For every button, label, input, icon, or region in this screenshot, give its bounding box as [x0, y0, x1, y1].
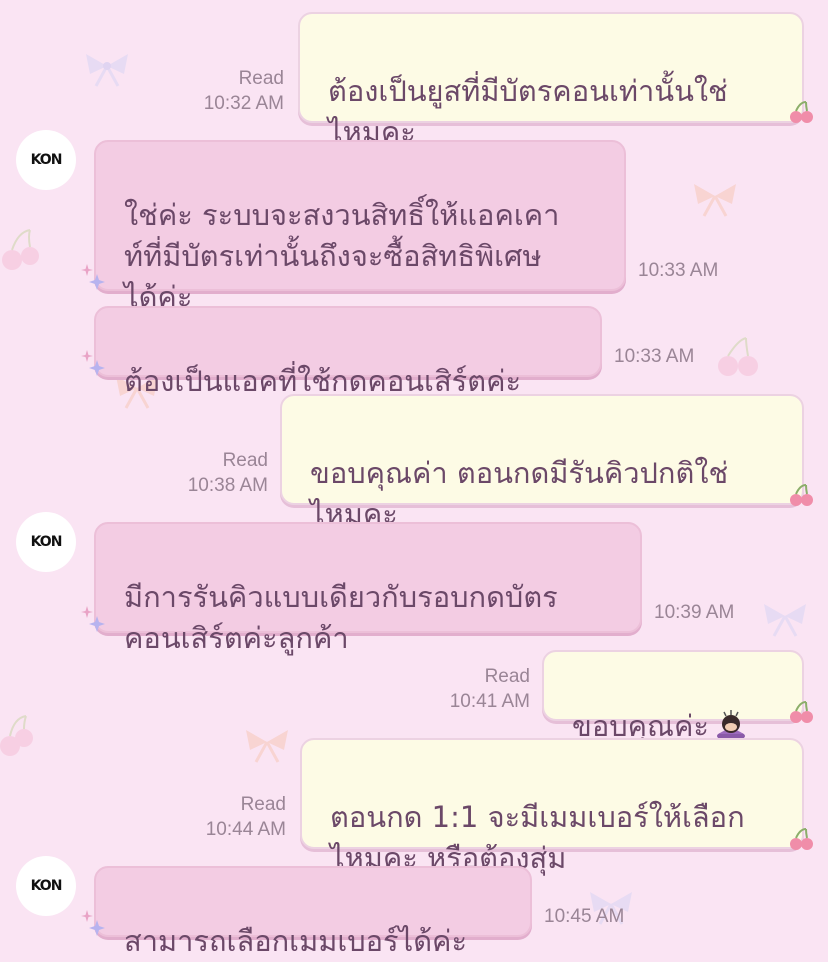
cherry-icon [790, 484, 813, 506]
cherry-icon [790, 828, 813, 850]
read-receipt: Read [238, 68, 284, 89]
bow-icon [246, 730, 288, 763]
message-time: 10:41 AM [449, 691, 530, 712]
sparkle-icon [81, 264, 105, 290]
message-text: ใช่ค่ะ ระบบจะสงวนสิทธิ์ให้แอคเคา ท์ที่มี… [124, 198, 560, 314]
read-receipt: Read [240, 794, 286, 815]
bow-icon [86, 54, 128, 87]
cherry-icon [0, 715, 33, 756]
avatar[interactable]: KON [16, 856, 76, 916]
avatar-label: KON [30, 534, 63, 550]
avatar-label: KON [30, 152, 63, 168]
message-text: ต้องเป็นยูสที่มีบัตรคอนเท่านั้นใช่ ไหมคะ [328, 74, 728, 149]
message-meta: Read 10:41 AM [426, 664, 530, 714]
sparkle-icon [81, 606, 105, 632]
message-text: ขอบคุณค่า ตอนกดมีรันคิวปกติใช่ ไหมคะ [310, 456, 729, 531]
person-bowing-emoji [716, 710, 745, 740]
message-text: ตอนกด 1:1 จะมีเมมเบอร์ให้เลือก ไหมคะ หรื… [330, 800, 745, 875]
message-text: ต้องเป็นแอคที่ใช้กดคอนเสิร์ตค่ะ [124, 364, 522, 398]
message-bubble-incoming[interactable]: ใช่ค่ะ ระบบจะสงวนสิทธิ์ให้แอคเคา ท์ที่มี… [94, 140, 626, 314]
cherry-icon [790, 101, 813, 123]
bow-icon [694, 184, 736, 217]
read-receipt: Read [222, 450, 268, 471]
cherry-icon [2, 229, 39, 270]
message-time: 10:45 AM [544, 906, 625, 927]
avatar[interactable]: KON [16, 512, 76, 572]
message-meta: Read 10:44 AM [182, 792, 286, 842]
chat-area: Read 10:32 AM ต้องเป็นยูสที่มีบัตรคอนเท่… [0, 0, 828, 958]
sparkle-icon [81, 350, 105, 376]
cherry-icon [718, 337, 758, 376]
message-meta: Read 10:38 AM [164, 448, 268, 498]
avatar[interactable]: KON [16, 130, 76, 190]
message-bubble-incoming[interactable]: สามารถเลือกเมมเบอร์ได้ค่ะ [94, 866, 532, 958]
message-meta: Read 10:32 AM [180, 66, 284, 116]
message-time: 10:32 AM [203, 93, 284, 114]
message-time: 10:39 AM [654, 602, 735, 623]
message-bubble-incoming[interactable]: มีการรันคิวแบบเดียวกับรอบกดบัตร คอนเสิร์… [94, 522, 642, 655]
message-bubble-outgoing[interactable]: ขอบคุณค่า ตอนกดมีรันคิวปกติใช่ ไหมคะ [280, 394, 804, 531]
message-time: 10:38 AM [187, 475, 268, 496]
message-time: 10:33 AM [638, 260, 719, 281]
bow-icon [764, 604, 806, 637]
message-bubble-incoming[interactable]: ต้องเป็นแอคที่ใช้กดคอนเสิร์ตค่ะ [94, 306, 602, 398]
message-bubble-outgoing[interactable]: ตอนกด 1:1 จะมีเมมเบอร์ให้เลือก ไหมคะ หรื… [300, 738, 804, 875]
message-bubble-outgoing[interactable]: ต้องเป็นยูสที่มีบัตรคอนเท่านั้นใช่ ไหมคะ [298, 12, 804, 149]
message-time: 10:33 AM [614, 346, 695, 367]
avatar-label: KON [30, 878, 63, 894]
read-receipt: Read [484, 666, 530, 687]
message-bubble-outgoing[interactable]: ขอบคุณค่ะ [542, 650, 804, 743]
message-time: 10:44 AM [205, 819, 286, 840]
cherry-icon [790, 701, 813, 723]
message-text: มีการรันคิวแบบเดียวกับรอบกดบัตร คอนเสิร์… [124, 580, 558, 655]
sparkle-icon [81, 910, 105, 936]
message-text: สามารถเลือกเมมเบอร์ได้ค่ะ [124, 924, 468, 958]
